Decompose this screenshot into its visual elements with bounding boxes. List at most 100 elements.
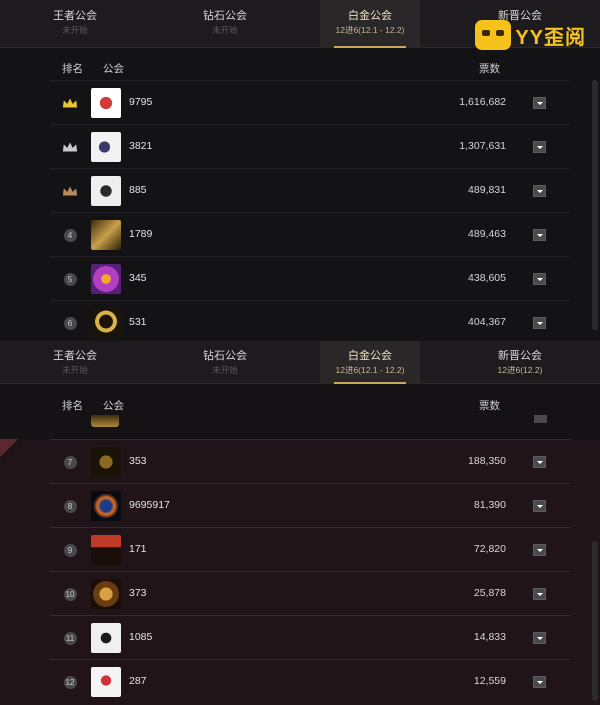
guild-tier-tabs: 王者公会 未开始 钻石公会 未开始 白金公会 12进6(12.1 - 12.2)… bbox=[0, 0, 600, 50]
table-row: 5 345 438,605 bbox=[50, 256, 570, 300]
vote-count: 489,463 bbox=[468, 228, 506, 240]
rank-number: 12 bbox=[63, 675, 77, 689]
guild-id[interactable]: 353 bbox=[129, 455, 147, 467]
gold-crown-icon bbox=[62, 98, 78, 108]
vote-count: 489,831 bbox=[468, 184, 506, 196]
tab-diamond-guild[interactable]: 钻石公会 未开始 bbox=[150, 341, 300, 384]
tab-label: 王者公会 bbox=[53, 350, 97, 362]
scrollbar[interactable] bbox=[592, 541, 598, 701]
expand-dropdown-button[interactable] bbox=[533, 544, 546, 556]
table-row: 8 9695917 81,390 bbox=[50, 483, 570, 527]
expand-dropdown-button[interactable] bbox=[533, 676, 546, 688]
guild-id[interactable]: 1085 bbox=[129, 631, 152, 643]
guild-id[interactable]: 9795 bbox=[129, 96, 152, 108]
silver-crown-icon bbox=[62, 142, 78, 152]
table-row: 4 1789 489,463 bbox=[50, 212, 570, 256]
guild-logo[interactable] bbox=[91, 176, 121, 206]
tab-status: 未开始 bbox=[62, 365, 88, 375]
tab-platinum-guild[interactable]: 白金公会 12进6(12.1 - 12.2) bbox=[320, 0, 420, 48]
column-header: 排名 公会 票数 bbox=[0, 52, 600, 80]
tab-status: 未开始 bbox=[212, 25, 238, 35]
tab-platinum-guild[interactable]: 白金公会 12进6(12.1 - 12.2) bbox=[320, 341, 420, 384]
guild-logo[interactable] bbox=[91, 264, 121, 294]
column-header: 排名 公会 票数 bbox=[0, 389, 600, 417]
table-row: 7 353 188,350 bbox=[50, 439, 570, 483]
guild-column-header: 公会 bbox=[103, 400, 124, 412]
rank-number: 8 bbox=[63, 499, 77, 513]
rank-number: 7 bbox=[63, 455, 77, 469]
rank-number: 4 bbox=[63, 228, 77, 242]
tab-label: 新晋公会 bbox=[498, 350, 542, 362]
tab-newcomer-guild[interactable]: 新晋公会 12进6(12.2) bbox=[445, 341, 595, 384]
guild-tier-tabs: 王者公会 未开始 钻石公会 未开始 白金公会 12进6(12.1 - 12.2)… bbox=[0, 341, 600, 384]
ranking-panel-bottom: 王者公会 未开始 钻石公会 未开始 白金公会 12进6(12.1 - 12.2)… bbox=[0, 341, 600, 705]
rank-number: 11 bbox=[63, 631, 77, 645]
expand-dropdown-button[interactable] bbox=[533, 229, 546, 241]
tab-status: 未开始 bbox=[62, 25, 88, 35]
tab-king-guild[interactable]: 王者公会 未开始 bbox=[0, 0, 150, 48]
tab-status: 12进6(12.1 - 12.2) bbox=[335, 25, 405, 35]
guild-logo[interactable] bbox=[91, 88, 121, 118]
rank-badge: 4 bbox=[62, 226, 78, 244]
expand-dropdown-button[interactable] bbox=[533, 588, 546, 600]
rank-badge: 6 bbox=[62, 314, 78, 332]
tab-king-guild[interactable]: 王者公会 未开始 bbox=[0, 341, 150, 384]
expand-dropdown-button[interactable] bbox=[533, 97, 546, 109]
expand-dropdown-button[interactable] bbox=[533, 273, 546, 285]
tab-status: 12进6(12.1 - 12.2) bbox=[335, 365, 405, 375]
scrollbar[interactable] bbox=[592, 80, 598, 330]
guild-logo[interactable] bbox=[91, 447, 121, 477]
guild-logo[interactable] bbox=[91, 308, 121, 338]
guild-logo[interactable] bbox=[91, 623, 121, 653]
vote-count: 25,878 bbox=[473, 587, 506, 599]
table-row: 885 489,831 bbox=[50, 168, 570, 212]
rank-badge: 10 bbox=[62, 585, 78, 603]
vote-count: 81,390 bbox=[473, 499, 506, 511]
guild-logo[interactable] bbox=[91, 491, 121, 521]
rank-badge bbox=[62, 94, 78, 112]
table-row: 11 1085 14,833 bbox=[50, 615, 570, 659]
rank-number: 6 bbox=[63, 316, 77, 330]
guild-id[interactable]: 171 bbox=[129, 543, 147, 555]
rank-column-header: 排名 bbox=[62, 400, 83, 412]
rank-badge: 8 bbox=[62, 497, 78, 515]
guild-logo[interactable] bbox=[91, 535, 121, 565]
expand-dropdown-button[interactable] bbox=[533, 456, 546, 468]
guild-id[interactable]: 1789 bbox=[129, 228, 152, 240]
guild-id[interactable]: 885 bbox=[129, 184, 147, 196]
vote-count: 72,820 bbox=[473, 543, 506, 555]
guild-logo-partial bbox=[91, 415, 119, 427]
tab-label: 钻石公会 bbox=[203, 10, 247, 22]
guild-logo[interactable] bbox=[91, 667, 121, 697]
guild-logo[interactable] bbox=[91, 220, 121, 250]
yy-mascot-icon bbox=[475, 20, 512, 50]
expand-dropdown-button[interactable] bbox=[533, 632, 546, 644]
expand-dropdown-button[interactable] bbox=[533, 141, 546, 153]
expand-dropdown-button[interactable] bbox=[533, 185, 546, 197]
votes-column-header: 票数 bbox=[479, 63, 500, 75]
expand-dropdown-button[interactable] bbox=[533, 500, 546, 512]
tab-label: 白金公会 bbox=[348, 350, 392, 362]
expand-dropdown-partial bbox=[534, 415, 547, 423]
vote-count: 1,307,631 bbox=[459, 140, 506, 152]
tab-label: 白金公会 bbox=[348, 10, 392, 22]
tab-diamond-guild[interactable]: 钻石公会 未开始 bbox=[150, 0, 300, 48]
vote-count: 188,350 bbox=[468, 455, 506, 467]
guild-id[interactable]: 287 bbox=[129, 675, 147, 687]
guild-logo[interactable] bbox=[91, 579, 121, 609]
guild-id[interactable]: 531 bbox=[129, 316, 147, 328]
expand-dropdown-button[interactable] bbox=[533, 317, 546, 329]
guild-id[interactable]: 345 bbox=[129, 272, 147, 284]
yy-brand-logo: YY歪阅 bbox=[475, 18, 586, 52]
ranking-panel-top: 王者公会 未开始 钻石公会 未开始 白金公会 12进6(12.1 - 12.2)… bbox=[0, 0, 600, 341]
guild-id[interactable]: 9695917 bbox=[129, 499, 170, 511]
table-row: 3821 1,307,631 bbox=[50, 124, 570, 168]
guild-id[interactable]: 373 bbox=[129, 587, 147, 599]
vote-count: 1,616,682 bbox=[459, 96, 506, 108]
guild-id[interactable]: 3821 bbox=[129, 140, 152, 152]
table-row: 9795 1,616,682 bbox=[50, 80, 570, 124]
tab-label: 钻石公会 bbox=[203, 350, 247, 362]
rank-number: 9 bbox=[63, 543, 77, 557]
rank-number: 10 bbox=[63, 587, 77, 601]
guild-logo[interactable] bbox=[91, 132, 121, 162]
